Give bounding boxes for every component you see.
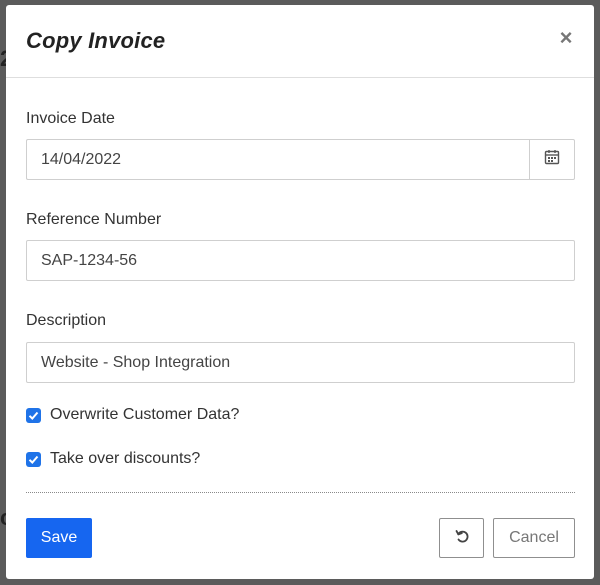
reset-button[interactable] [439, 518, 484, 558]
reference-number-input[interactable] [26, 240, 575, 281]
copy-invoice-dialog: Copy Invoice × Invoice Date 14/04/2022 R… [6, 5, 594, 579]
checkmark-icon [28, 455, 39, 464]
take-over-discounts-checkbox[interactable] [26, 451, 41, 467]
calendar-button[interactable] [529, 139, 575, 180]
dialog-title: Copy Invoice [26, 28, 166, 53]
reset-icon [454, 528, 470, 549]
reference-number-label: Reference Number [26, 211, 162, 228]
invoice-date-field [26, 139, 575, 180]
close-button[interactable]: × [556, 27, 576, 49]
dialog-header: Copy Invoice × [6, 5, 594, 78]
overwrite-customer-data-checkbox[interactable] [26, 407, 41, 423]
description-label: Description [26, 312, 107, 329]
invoice-date-label: Invoice Date [26, 110, 115, 127]
take-over-discounts-label: Take over discounts? [50, 450, 201, 467]
overwrite-customer-data-label: Overwrite Customer Data? [50, 406, 240, 423]
calendar-icon [544, 149, 560, 170]
description-input[interactable] [26, 342, 575, 383]
take-over-discounts-row: Take over discounts? [26, 450, 200, 468]
invoice-date-input[interactable] [26, 139, 530, 180]
overwrite-customer-data-row: Overwrite Customer Data? [26, 406, 239, 424]
save-button[interactable]: Save [26, 518, 92, 558]
close-icon: × [559, 25, 573, 50]
footer-divider [26, 492, 575, 493]
checkmark-icon [28, 411, 39, 420]
cancel-button[interactable]: Cancel [493, 518, 575, 558]
